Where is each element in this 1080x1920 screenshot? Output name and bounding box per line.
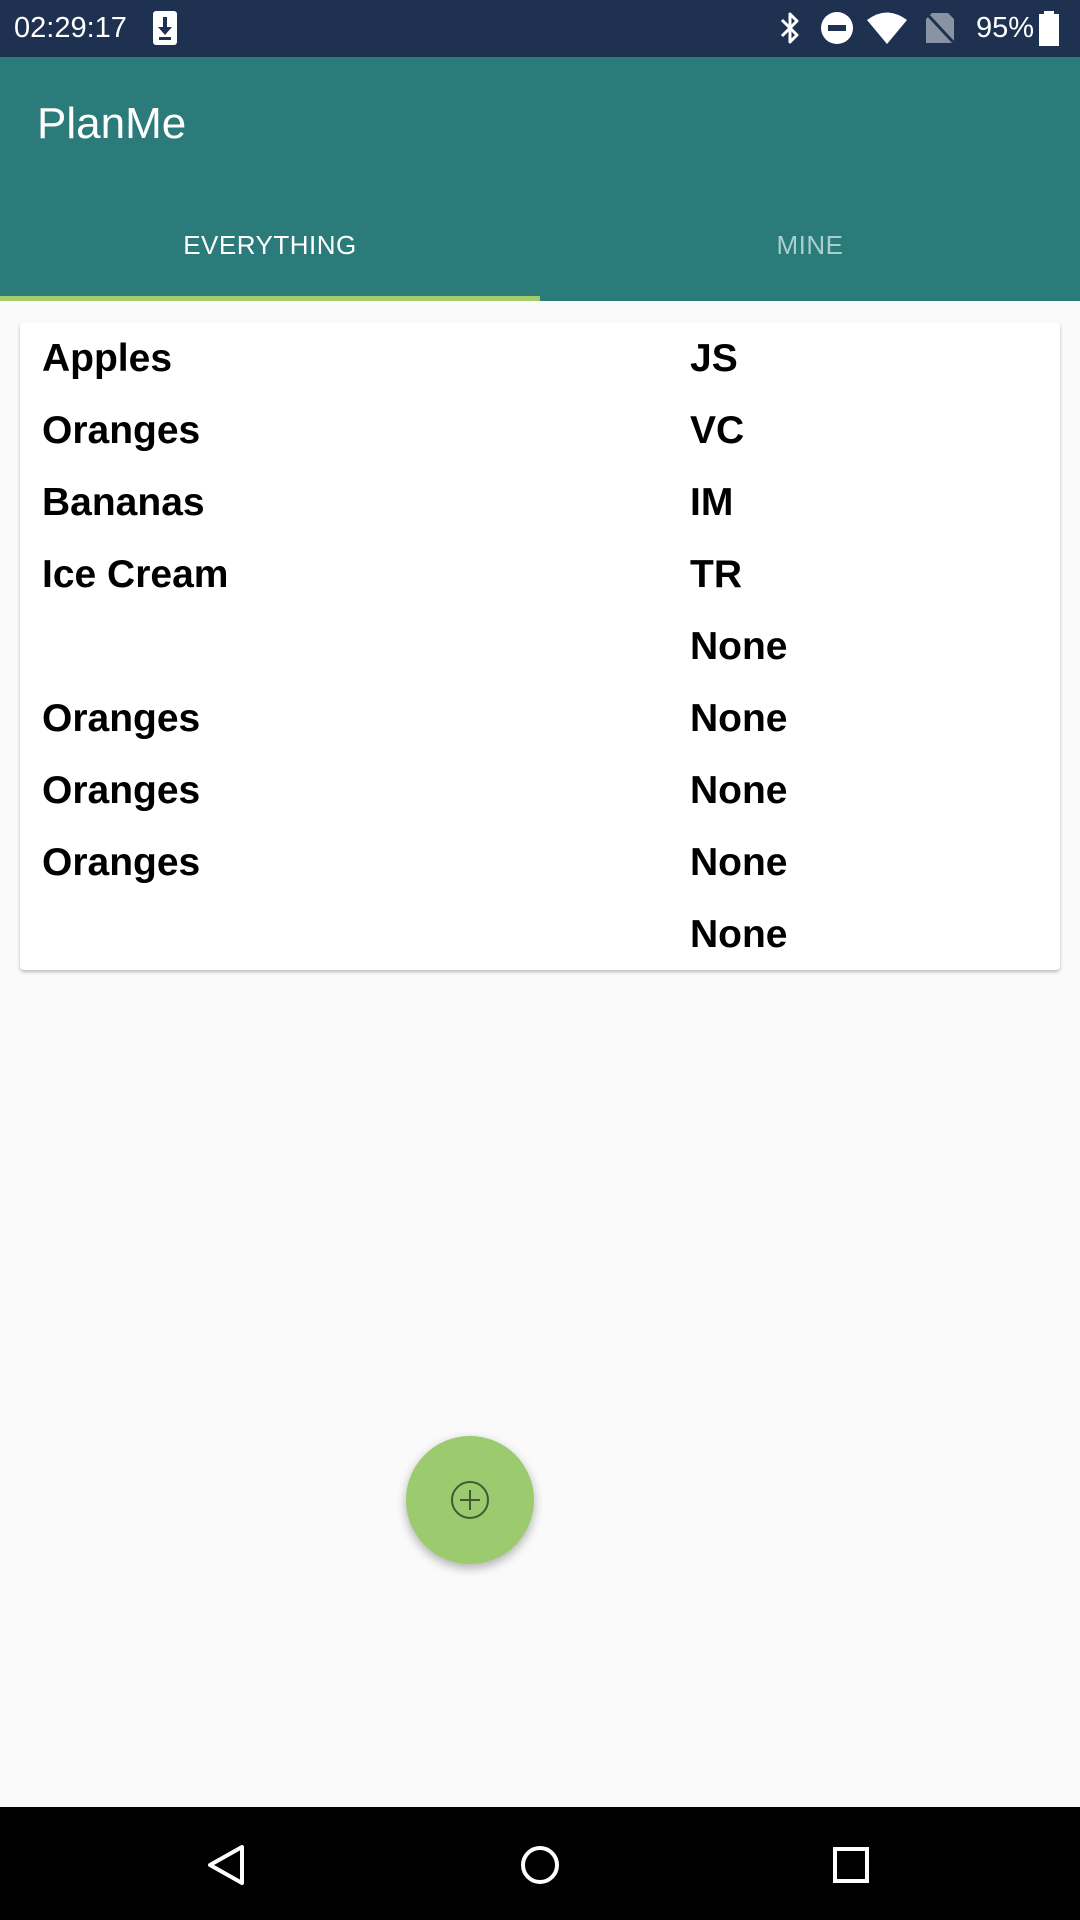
recents-icon[interactable] [821, 1835, 881, 1895]
add-circle-icon [451, 1481, 489, 1519]
tab-everything[interactable]: EVERYTHING [0, 190, 540, 301]
tab-indicator [0, 296, 540, 301]
list-item[interactable]: Oranges None [20, 754, 1060, 826]
list-item[interactable]: Bananas IM [20, 466, 1060, 538]
wifi-icon [867, 12, 907, 44]
download-icon [153, 11, 177, 45]
item-owner: None [690, 625, 788, 668]
list-item[interactable]: Apples JS [20, 322, 1060, 394]
item-owner: None [690, 841, 788, 884]
item-owner: None [690, 913, 788, 956]
home-icon[interactable] [510, 1835, 570, 1895]
item-name: Apples [42, 337, 173, 380]
back-icon[interactable] [196, 1835, 256, 1895]
item-name: Ice Cream [42, 553, 229, 596]
navigation-bar [0, 1807, 1080, 1920]
battery-icon [1039, 11, 1059, 46]
tab-mine[interactable]: MINE [540, 190, 1080, 301]
item-name: Oranges [42, 697, 201, 740]
list-item[interactable]: None [20, 898, 1060, 970]
item-owner: IM [690, 481, 734, 524]
item-owner: None [690, 769, 788, 812]
app-bar: PlanMe EVERYTHING MINE [0, 57, 1080, 301]
status-time: 02:29:17 [14, 12, 127, 44]
screen: 02:29:17 95% PlanMe EVERYTHING MINE Appl… [0, 0, 1080, 1920]
item-name: Bananas [42, 481, 205, 524]
item-name: Oranges [42, 769, 201, 812]
do-not-disturb-icon [821, 12, 853, 44]
add-item-button[interactable] [406, 1436, 534, 1564]
item-owner: None [690, 697, 788, 740]
battery-percent: 95% [976, 12, 1035, 44]
list-item[interactable]: Oranges None [20, 826, 1060, 898]
item-list: Apples JS Oranges VC Bananas IM Ice Crea… [20, 322, 1060, 970]
tab-bar: EVERYTHING MINE [0, 190, 1080, 301]
item-name: Oranges [42, 841, 201, 884]
item-owner: TR [690, 553, 742, 596]
list-item[interactable]: Oranges VC [20, 394, 1060, 466]
item-owner: VC [690, 409, 745, 452]
item-name: Oranges [42, 409, 201, 452]
bluetooth-icon [780, 12, 799, 44]
status-bar: 02:29:17 95% [0, 0, 1080, 57]
list-item[interactable]: Ice Cream TR [20, 538, 1060, 610]
item-owner: JS [690, 337, 738, 380]
list-item[interactable]: Oranges None [20, 682, 1060, 754]
no-sim-icon [924, 11, 956, 45]
app-title: PlanMe [37, 99, 187, 148]
list-item[interactable]: None [20, 610, 1060, 682]
